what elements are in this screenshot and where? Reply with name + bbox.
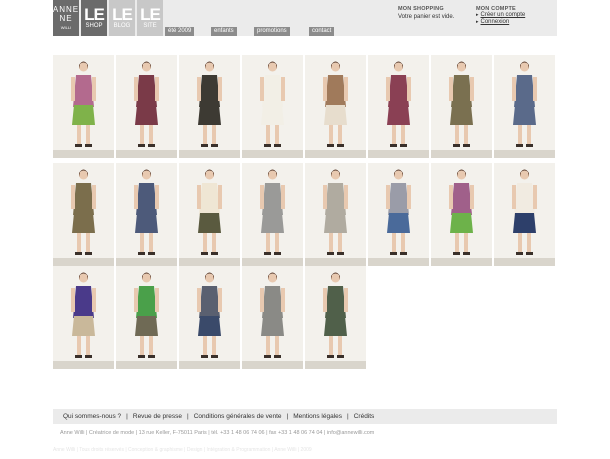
product-photo[interactable] [431, 163, 492, 266]
logo-line2: NE [59, 13, 73, 23]
footer-separator: | [126, 413, 128, 420]
product-photo[interactable] [242, 163, 303, 266]
footer-separator: | [347, 413, 349, 420]
nav-ete-2009[interactable]: été 2009 [165, 27, 195, 36]
login-link[interactable]: Connexion [476, 19, 510, 25]
product-photo[interactable] [116, 266, 177, 369]
tile-big: LE [84, 5, 105, 24]
footer-separator: | [187, 413, 189, 420]
product-photo[interactable] [305, 266, 366, 369]
tile-small: BLOG [113, 23, 131, 29]
shopping-title: MON SHOPPING [398, 6, 444, 12]
tile-big: LE [140, 5, 161, 24]
nav-contact[interactable]: contact [309, 27, 335, 36]
tile-small: SITE [143, 23, 157, 29]
product-photo[interactable] [494, 55, 555, 158]
tile-big: LE [112, 5, 133, 24]
nav-promotions[interactable]: promotions [254, 27, 290, 36]
product-photo[interactable] [116, 55, 177, 158]
logo-sub: WILLI [60, 24, 72, 30]
product-photo[interactable] [179, 163, 240, 266]
footer-address: Anne Willi | Créatrice de mode | 13 rue … [60, 430, 375, 436]
product-photo[interactable] [494, 163, 555, 266]
logo-anne-willi[interactable]: ANNE NE WILLI [53, 0, 79, 36]
product-photo[interactable] [368, 55, 429, 158]
footer-credits: Anne Willi | Tous droits réservés | Conc… [53, 447, 312, 453]
product-photo[interactable] [305, 163, 366, 266]
footer-link-about[interactable]: Qui sommes-nous ? [63, 413, 121, 420]
tile-le-blog[interactable]: LE BLOG [109, 0, 135, 36]
product-photo[interactable] [53, 266, 114, 369]
product-photo[interactable] [53, 163, 114, 266]
tile-small: SHOP [85, 23, 103, 29]
product-photo[interactable] [179, 55, 240, 158]
footer-link-legal[interactable]: Mentions légales [293, 413, 342, 420]
tile-le-site[interactable]: LE SITE [137, 0, 163, 36]
tile-le-shop[interactable]: LE SHOP [81, 0, 107, 36]
product-photo[interactable] [53, 55, 114, 158]
product-photo[interactable] [116, 163, 177, 266]
footer-separator: | [286, 413, 289, 420]
create-account-link[interactable]: Créer un compte [476, 12, 526, 18]
product-photo[interactable] [305, 55, 366, 158]
product-photo[interactable] [242, 55, 303, 158]
logo-line1: ANNE [52, 4, 80, 14]
nav-enfants[interactable]: enfants [211, 27, 237, 36]
footer-link-press[interactable]: Revue de presse [133, 413, 182, 420]
product-photo[interactable] [431, 55, 492, 158]
footer-link-terms[interactable]: Conditions générales de vente [194, 413, 282, 420]
product-photo[interactable] [242, 266, 303, 369]
cart-status: Votre panier est vide. [398, 14, 455, 20]
footer-nav: Qui sommes-nous ? | Revue de presse | Co… [53, 409, 557, 424]
product-photo[interactable] [368, 163, 429, 266]
footer-link-credits[interactable]: Crédits [354, 413, 375, 420]
product-photo[interactable] [179, 266, 240, 369]
